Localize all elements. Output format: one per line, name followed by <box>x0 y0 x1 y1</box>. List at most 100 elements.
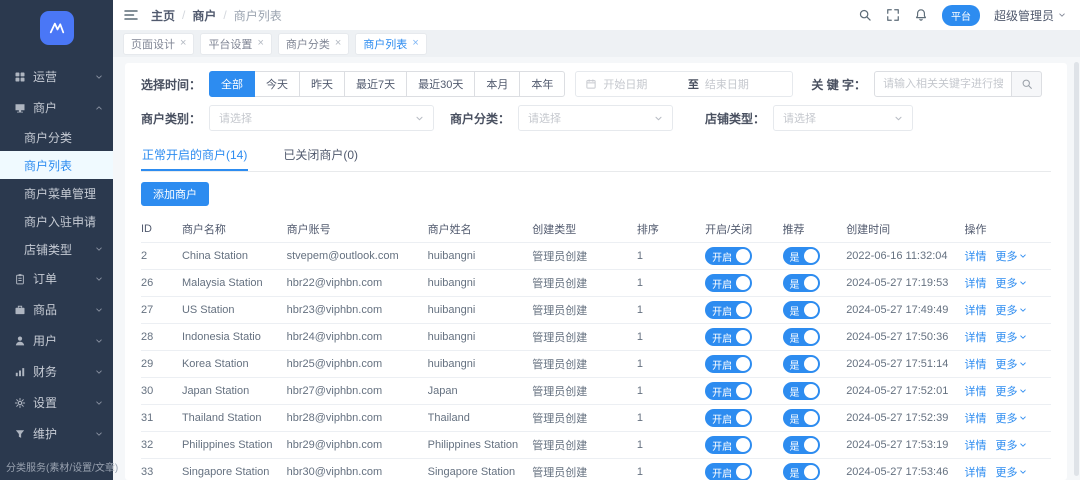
bell-icon[interactable] <box>914 8 928 22</box>
shop-type-select[interactable]: 请选择 <box>773 105 914 131</box>
detail-link[interactable]: 详情 <box>964 248 986 264</box>
recommend-toggle[interactable]: 是 <box>782 355 820 373</box>
fullscreen-icon[interactable] <box>886 8 900 22</box>
breadcrumb-item[interactable]: 主页 <box>151 7 175 24</box>
toggle-label: 开启 <box>712 279 733 291</box>
tab-open-merchants[interactable]: 正常开启的商户(14) <box>141 139 249 171</box>
sidebar-item-merchant[interactable]: 商户 <box>0 92 113 123</box>
detail-link[interactable]: 详情 <box>964 464 986 480</box>
detail-link[interactable]: 详情 <box>964 329 986 345</box>
detail-link[interactable]: 详情 <box>964 410 986 426</box>
more-link[interactable]: 更多 <box>995 437 1027 453</box>
toggle-label: 是 <box>789 414 800 426</box>
sidebar-subitem-merchant-menu[interactable]: 商户菜单管理 <box>0 179 113 207</box>
keyword-search-button[interactable] <box>1012 71 1043 97</box>
chevron-down-icon <box>1019 468 1027 476</box>
time-filter-button[interactable]: 今天 <box>254 71 301 97</box>
more-link[interactable]: 更多 <box>995 464 1027 480</box>
recommend-toggle[interactable]: 是 <box>782 301 820 319</box>
recommend-toggle[interactable]: 是 <box>782 382 820 400</box>
sidebar-item-maintenance[interactable]: 维护 <box>0 418 113 449</box>
recommend-toggle[interactable]: 是 <box>782 247 820 265</box>
sidebar-item-operations[interactable]: 运营 <box>0 61 113 92</box>
date-to-label: 至 <box>687 79 699 91</box>
nav-tag-merchant-category[interactable]: 商户分类 × <box>277 32 350 55</box>
close-icon[interactable]: × <box>257 38 263 49</box>
collapse-sidebar-icon[interactable] <box>123 7 139 23</box>
cell: 管理员创建 <box>532 251 588 263</box>
status-toggle[interactable]: 开启 <box>705 355 753 373</box>
status-toggle[interactable]: 开启 <box>705 301 753 319</box>
cell: Japan <box>427 385 458 397</box>
more-link[interactable]: 更多 <box>995 356 1027 372</box>
breadcrumb-item[interactable]: 商户列表 <box>234 7 282 24</box>
app-logo[interactable] <box>0 0 113 61</box>
detail-link[interactable]: 详情 <box>964 275 986 291</box>
sidebar-item-finance[interactable]: 财务 <box>0 356 113 387</box>
nav-tag-page-design[interactable]: 页面设计 × <box>123 32 195 55</box>
close-icon[interactable]: × <box>180 38 186 49</box>
recommend-toggle[interactable]: 是 <box>782 409 820 427</box>
keyword-input[interactable] <box>874 71 1013 97</box>
merchant-classify-select[interactable]: 请选择 <box>518 105 674 131</box>
close-icon[interactable]: × <box>335 38 341 49</box>
more-link[interactable]: 更多 <box>995 275 1027 291</box>
time-filter-button[interactable]: 全部 <box>209 71 256 97</box>
cell-created: 2024-05-27 17:19:53 <box>846 277 949 289</box>
maintain-icon <box>14 428 26 440</box>
search-icon[interactable] <box>858 8 872 22</box>
status-toggle[interactable]: 开启 <box>705 328 753 346</box>
sidebar-subitem-merchant-category[interactable]: 商户分类 <box>0 123 113 151</box>
breadcrumb-item[interactable]: 商户 <box>192 7 216 24</box>
recommend-toggle[interactable]: 是 <box>782 328 820 346</box>
more-link[interactable]: 更多 <box>995 329 1027 345</box>
cell: 1 <box>636 250 644 262</box>
detail-link[interactable]: 详情 <box>964 356 986 372</box>
sidebar-item-settings[interactable]: 设置 <box>0 387 113 418</box>
sidebar-subitem-merchant-apply[interactable]: 商户入驻申请 <box>0 207 113 235</box>
time-filter-button[interactable]: 最近30天 <box>406 71 476 97</box>
scrollbar[interactable] <box>1074 62 1079 476</box>
sidebar-item-orders[interactable]: 订单 <box>0 263 113 294</box>
status-toggle[interactable]: 开启 <box>705 274 753 292</box>
nav-tag-merchant-list[interactable]: 商户列表 × <box>355 32 427 55</box>
time-filter-button[interactable]: 昨天 <box>299 71 346 97</box>
more-link[interactable]: 更多 <box>995 248 1027 264</box>
time-filter-button[interactable]: 本年 <box>519 71 566 97</box>
more-link[interactable]: 更多 <box>995 383 1027 399</box>
user-menu[interactable]: 超级管理员 <box>994 7 1066 24</box>
detail-link[interactable]: 详情 <box>964 437 986 453</box>
cell: Japan Station <box>181 385 250 397</box>
detail-link[interactable]: 详情 <box>964 383 986 399</box>
recommend-toggle[interactable]: 是 <box>782 436 820 454</box>
cell-actions: 详情 更多 <box>964 410 1050 426</box>
status-toggle[interactable]: 开启 <box>705 409 753 427</box>
merchant-category-select[interactable]: 请选择 <box>209 105 435 131</box>
time-filter-button[interactable]: 本月 <box>474 71 521 97</box>
sidebar-item-goods[interactable]: 商品 <box>0 294 113 325</box>
close-icon[interactable]: × <box>412 38 418 49</box>
sidebar-subitem-merchant-list[interactable]: 商户列表 <box>0 151 113 179</box>
date-range-picker[interactable]: 开始日期 至 结束日期 <box>575 71 794 97</box>
detail-link[interactable]: 详情 <box>964 302 986 318</box>
recommend-toggle[interactable]: 是 <box>782 274 820 292</box>
time-filter-button[interactable]: 最近7天 <box>344 71 408 97</box>
toggle-label: 是 <box>789 468 800 480</box>
cell: Malaysia Station <box>181 277 263 289</box>
sidebar-footer-link[interactable]: 分类服务(素材/设置/文章) <box>0 449 118 474</box>
add-merchant-button[interactable]: 添加商户 <box>141 182 209 206</box>
cell-actions: 详情 更多 <box>964 329 1050 345</box>
tab-closed-merchants[interactable]: 已关闭商户(0) <box>282 139 359 171</box>
status-toggle[interactable]: 开启 <box>705 247 753 265</box>
more-link[interactable]: 更多 <box>995 302 1027 318</box>
toggle-knob <box>803 438 818 452</box>
nav-tag-platform-settings[interactable]: 平台设置 × <box>200 32 272 55</box>
sidebar-item-users[interactable]: 用户 <box>0 325 113 356</box>
status-toggle[interactable]: 开启 <box>705 436 753 454</box>
status-toggle[interactable]: 开启 <box>705 463 753 480</box>
cell: 管理员创建 <box>532 305 588 317</box>
more-link[interactable]: 更多 <box>995 410 1027 426</box>
recommend-toggle[interactable]: 是 <box>782 463 820 480</box>
sidebar-subitem-shop-type[interactable]: 店铺类型 <box>0 235 113 263</box>
status-toggle[interactable]: 开启 <box>705 382 753 400</box>
